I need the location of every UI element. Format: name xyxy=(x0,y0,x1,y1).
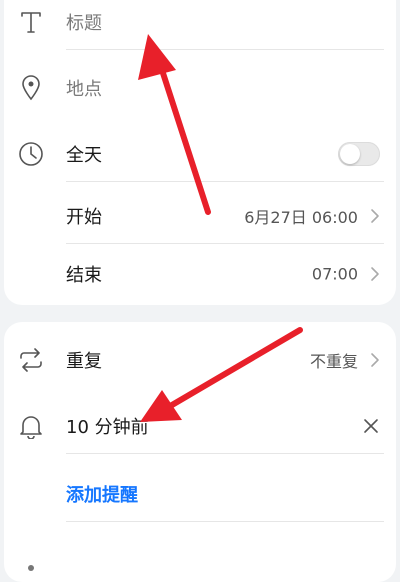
divider xyxy=(66,181,384,182)
chevron-right-icon xyxy=(371,353,379,367)
add-reminder-button[interactable]: 添加提醒 xyxy=(66,481,138,507)
next-row-partial xyxy=(4,534,396,582)
end-label: 结束 xyxy=(66,265,102,286)
toggle-knob xyxy=(340,144,360,164)
all-day-toggle[interactable] xyxy=(338,142,380,166)
start-row[interactable]: 开始 6月27日 06:00 xyxy=(4,188,396,244)
repeat-value[interactable]: 不重复 xyxy=(310,348,358,372)
reminder-card: 重复 不重复 10 分钟前 添加提醒 xyxy=(4,322,396,582)
text-title-icon xyxy=(16,7,46,37)
reminder-row[interactable]: 10 分钟前 xyxy=(4,398,396,454)
location-row[interactable]: 地点 xyxy=(4,60,396,116)
partial-icon xyxy=(16,547,46,577)
clock-icon xyxy=(16,139,46,169)
close-icon[interactable] xyxy=(362,417,380,435)
divider xyxy=(66,243,384,244)
reminder-label: 10 分钟前 xyxy=(66,417,149,438)
repeat-label: 重复 xyxy=(66,351,102,372)
divider xyxy=(66,453,384,454)
all-day-label: 全天 xyxy=(66,145,102,166)
location-input[interactable]: 地点 xyxy=(66,75,102,101)
event-details-card: 标题 地点 全天 开始 6月27日 06:00 结束 07:00 xyxy=(4,0,396,305)
divider xyxy=(66,49,384,50)
chevron-right-icon xyxy=(371,209,379,223)
location-pin-icon xyxy=(16,73,46,103)
repeat-row[interactable]: 重复 不重复 xyxy=(4,332,396,388)
title-input[interactable]: 标题 xyxy=(66,9,102,35)
start-label: 开始 xyxy=(66,207,102,228)
chevron-right-icon xyxy=(371,267,379,281)
end-row[interactable]: 结束 07:00 xyxy=(4,246,396,302)
divider xyxy=(66,521,384,522)
add-reminder-row[interactable]: 添加提醒 xyxy=(4,466,396,522)
end-value[interactable]: 07:00 xyxy=(312,265,358,284)
all-day-row[interactable]: 全天 xyxy=(4,126,396,182)
bell-icon xyxy=(16,411,46,441)
repeat-icon xyxy=(16,345,46,375)
title-row[interactable]: 标题 xyxy=(4,0,396,50)
start-value[interactable]: 6月27日 06:00 xyxy=(244,204,358,228)
